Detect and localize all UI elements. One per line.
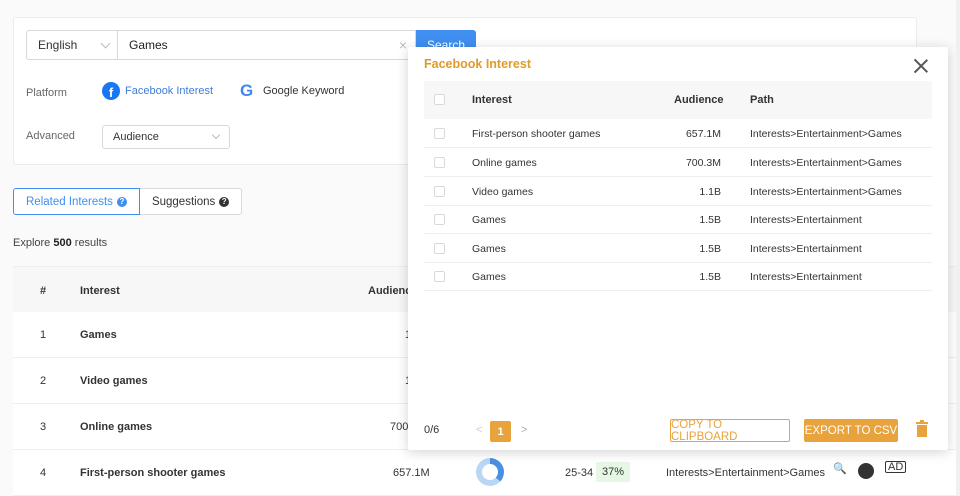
clear-icon[interactable]: ×	[399, 37, 407, 53]
row-audience: 700	[390, 421, 409, 433]
results-count: 500	[53, 237, 72, 249]
trash-icon-body	[917, 425, 927, 437]
row-checkbox[interactable]	[434, 128, 445, 139]
row-interest: Online games	[80, 421, 153, 433]
row-checkbox[interactable]	[434, 271, 445, 282]
modal-row-interest: Online games	[472, 157, 537, 169]
modal-table-header: Interest Audience Path	[424, 81, 932, 119]
ad-library-icon[interactable]: AD	[885, 461, 907, 473]
modal-row-interest: Games	[472, 271, 506, 283]
modal-row-interest: First-person shooter games	[472, 128, 601, 140]
help-icon[interactable]: ?	[116, 196, 127, 207]
tab-related-label: Related Interests	[26, 195, 113, 208]
modal-row-audience: 1.5B	[699, 214, 721, 226]
facebook-icon: f	[102, 82, 120, 100]
modal-row[interactable]: Games 1.5B Interests>Entertainment	[424, 262, 932, 291]
modal-row-audience: 657.1M	[685, 128, 721, 140]
row-num: 2	[40, 375, 47, 387]
search-input[interactable]: Games ×	[117, 30, 416, 60]
modal-row[interactable]: First-person shooter games 657.1M Intere…	[424, 119, 932, 148]
row-audience: 657.1M	[393, 467, 430, 479]
modal-row-audience: 1.5B	[699, 271, 721, 283]
platform-google-option[interactable]: G Google Keyword	[240, 82, 344, 100]
modal-row-audience: 700.3M	[685, 157, 721, 169]
pager-next-icon[interactable]: >	[521, 424, 527, 436]
page: English Games × Search Platform f Facebo…	[0, 0, 960, 496]
tab-suggestions-label: Suggestions	[151, 195, 216, 208]
modal-row-interest: Games	[472, 243, 506, 255]
chevron-down-icon	[100, 38, 111, 49]
row-num: 3	[40, 421, 47, 433]
search-icon[interactable]: 🔍	[833, 462, 847, 475]
platform-google-label: Google Keyword	[263, 85, 345, 97]
row-checkbox[interactable]	[434, 186, 445, 197]
row-num: 1	[40, 329, 47, 341]
modal-row-audience: 1.1B	[699, 186, 721, 198]
modal-row-path: Interests>Entertainment	[750, 271, 862, 283]
close-icon[interactable]	[912, 57, 930, 75]
language-select[interactable]: English	[26, 30, 117, 60]
modal-row-audience: 1.5B	[699, 243, 721, 255]
select-all-checkbox[interactable]	[434, 94, 445, 105]
google-icon: G	[240, 81, 254, 100]
facebook-interest-modal: Facebook Interest Interest Audience Path…	[408, 47, 948, 450]
advanced-label: Advanced	[26, 130, 75, 142]
platform-label: Platform	[26, 87, 67, 99]
copy-to-clipboard-button[interactable]: COPY TO CLIPBOARD	[670, 419, 790, 443]
chevron-down-icon	[211, 130, 221, 140]
export-csv-button[interactable]: EXPORT TO CSV	[804, 419, 898, 442]
header-num: #	[40, 285, 47, 297]
row-checkbox[interactable]	[434, 157, 445, 168]
page-scrollbar[interactable]	[956, 0, 960, 496]
modal-row-path: Interests>Entertainment	[750, 214, 862, 226]
modal-row[interactable]: Games 1.5B Interests>Entertainment	[424, 205, 932, 234]
header-interest: Interest	[80, 285, 120, 297]
pager-current-page[interactable]: 1	[490, 421, 511, 442]
modal-header-path: Path	[750, 94, 774, 106]
results-summary: Explore 500 results	[13, 237, 107, 249]
advanced-select[interactable]: Audience	[102, 125, 230, 149]
row-age-percent: 37%	[596, 462, 631, 482]
platform-facebook-label: Facebook Interest	[125, 85, 214, 97]
modal-row-path: Interests>Entertainment	[750, 243, 862, 255]
explore-suffix: results	[74, 237, 108, 249]
explore-prefix: Explore	[13, 237, 51, 249]
modal-row-path: Interests>Entertainment>Games	[750, 128, 902, 140]
language-value: English	[38, 38, 78, 52]
result-tabs: Related Interests ? Suggestions ?	[13, 188, 243, 215]
row-checkbox[interactable]	[434, 214, 445, 225]
row-path: Interests>Entertainment>Games	[666, 467, 825, 479]
tab-suggestions[interactable]: Suggestions ?	[139, 188, 243, 215]
modal-row-interest: Video games	[472, 186, 534, 198]
row-interest: Video games	[80, 375, 148, 387]
modal-title: Facebook Interest	[424, 57, 531, 71]
modal-row[interactable]: Online games 700.3M Interests>Entertainm…	[424, 148, 932, 177]
gender-donut-chart	[476, 458, 504, 486]
platform-facebook-option[interactable]: f Facebook Interest	[102, 82, 213, 100]
add-icon[interactable]: +	[858, 463, 874, 479]
trash-icon[interactable]	[916, 420, 928, 438]
selected-count: 0/6	[424, 424, 440, 436]
tab-related-interests[interactable]: Related Interests ?	[13, 188, 140, 215]
trash-icon-lid	[916, 422, 928, 424]
row-interest: First-person shooter games	[80, 467, 226, 479]
modal-row-path: Interests>Entertainment>Games	[750, 186, 902, 198]
help-icon[interactable]: ?	[219, 196, 230, 207]
row-interest: Games	[80, 329, 117, 341]
modal-header-audience: Audience	[674, 94, 724, 106]
table-row[interactable]: 4 First-person shooter games 657.1M 25-3…	[13, 450, 960, 496]
row-checkbox[interactable]	[434, 243, 445, 254]
modal-row[interactable]: Games 1.5B Interests>Entertainment	[424, 234, 932, 263]
modal-row-interest: Games	[472, 214, 506, 226]
modal-row[interactable]: Video games 1.1B Interests>Entertainment…	[424, 177, 932, 206]
modal-header-interest: Interest	[472, 94, 512, 106]
pager-prev-icon[interactable]: <	[476, 424, 482, 436]
modal-row-path: Interests>Entertainment>Games	[750, 157, 902, 169]
row-age: 25-34	[565, 467, 594, 479]
advanced-value: Audience	[113, 131, 159, 143]
search-query: Games	[129, 38, 168, 52]
row-num: 4	[40, 467, 47, 479]
